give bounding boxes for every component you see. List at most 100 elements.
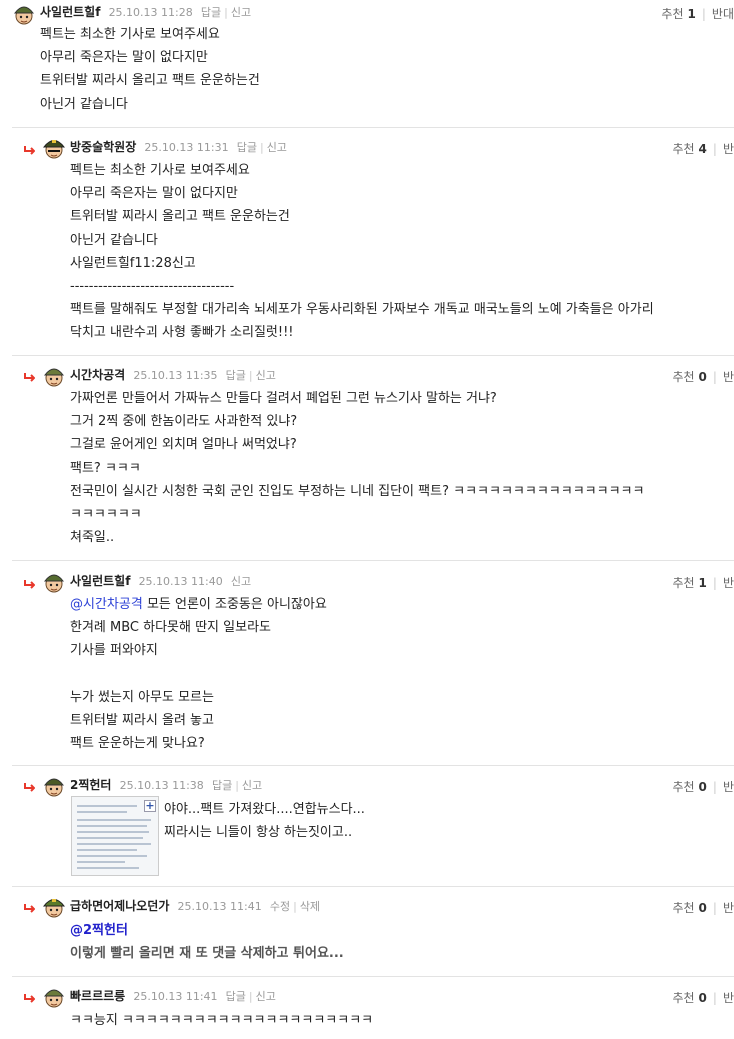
separator: |: [248, 990, 253, 1003]
general-avatar-icon[interactable]: [42, 136, 66, 160]
recommend-area: 추천 0 | 반: [672, 367, 734, 387]
comment-line: 전국민이 실시간 시청한 국회 군인 진입도 부정하는 니네 집단이 팩트? ㅋ…: [70, 483, 645, 499]
separator: |: [712, 901, 717, 915]
report-link[interactable]: 신고: [242, 779, 262, 792]
reply-link[interactable]: 답글: [237, 141, 257, 154]
comment-text: 모든 언론이 조중동은 아니잖아요: [142, 597, 327, 612]
comment-date: 25.10.13 11:35: [133, 369, 218, 382]
recommend-button[interactable]: 추천: [672, 780, 694, 794]
comment-line: 팩트? ㅋㅋㅋ: [70, 460, 141, 476]
recommend-button[interactable]: 추천: [661, 7, 683, 21]
report-link[interactable]: 신고: [256, 990, 276, 1003]
comment-body: ㅋㅋ능지 ㅋㅋㅋㅋㅋㅋㅋㅋㅋㅋㅋㅋㅋㅋㅋㅋㅋㅋㅋㅋㅋ: [70, 1009, 373, 1032]
recommend-button[interactable]: 추천: [672, 370, 694, 384]
comment-date: 25.10.13 11:38: [119, 779, 204, 792]
recommend-area: 추천 1 | 반: [672, 573, 734, 593]
comment-line: 트위터발 찌라시 올리고 팩트 운운하는건: [70, 209, 290, 225]
comment-line: -----------------------------------: [70, 279, 235, 295]
comment-body: @시간차공격 모든 언론이 조중동은 아니잖아요 한겨례 MBC 하다못해 딴지…: [70, 593, 327, 755]
comment-line: 트위터발 찌라시 올려 놓고: [70, 713, 214, 728]
comment-date: 25.10.13 11:41: [133, 990, 218, 1003]
reply-link[interactable]: 답글: [226, 369, 246, 382]
comment-nickname[interactable]: 2찍헌터: [70, 778, 111, 792]
comment-date: 25.10.13 11:41: [177, 900, 262, 913]
recommend-area: 추천 4 | 반: [672, 139, 734, 159]
report-link[interactable]: 신고: [231, 575, 251, 588]
recommend-button[interactable]: 추천: [672, 142, 694, 156]
comment-date: 25.10.13 11:28: [108, 6, 193, 19]
comment-line: 기사를 퍼와야지: [70, 643, 158, 659]
reply-arrow-icon: [24, 783, 35, 792]
delete-link[interactable]: 삭제: [300, 900, 320, 913]
soldier-avatar-icon[interactable]: [42, 570, 66, 594]
oppose-button[interactable]: 반: [723, 991, 734, 1005]
oppose-button[interactable]: 반대: [712, 7, 734, 21]
comment-line: ㅋㅋ능지 ㅋㅋㅋㅋㅋㅋㅋㅋㅋㅋㅋㅋㅋㅋㅋㅋㅋㅋㅋㅋㅋ: [70, 1013, 374, 1028]
report-link[interactable]: 신고: [256, 369, 276, 382]
soldier-avatar-icon[interactable]: [42, 774, 66, 798]
report-link[interactable]: 신고: [267, 141, 287, 154]
oppose-button[interactable]: 반: [723, 780, 734, 794]
comment-line: 그거 2찍 중에 한놈이라도 사과한적 있냐?: [70, 414, 298, 430]
comment-line: 팩트를 말해줘도 부정할 대가리속 뇌세포가 우동사리화된 가짜보수 개독교 매…: [70, 302, 654, 318]
recommend-count: 1: [698, 576, 707, 590]
comment-line: 야야...팩트 가져왔다....연합뉴스다...: [164, 802, 365, 817]
comment-line: 펙트는 최소한 기사로 보여주세요: [70, 163, 250, 178]
oppose-button[interactable]: 반: [723, 370, 734, 384]
recommend-count: 0: [698, 901, 707, 915]
separator: |: [712, 370, 717, 384]
recommend-button[interactable]: 추천: [672, 991, 694, 1005]
comment-line: 펙트는 최소한 기사로 보여주세요: [40, 27, 220, 42]
comment-4: 사일런트힐f 25.10.13 11:40 신고 추천 1 | 반 @시간차공격 모든…: [0, 561, 734, 766]
attached-image-thumbnail[interactable]: +: [71, 796, 159, 876]
edit-link[interactable]: 수정: [270, 900, 290, 913]
comment-6: 급하면어제나오던가 25.10.13 11:41 수정 | 삭제 추천 0 | 반 @2찍…: [0, 887, 734, 977]
comment-2: 방중술학원장 25.10.13 11:31 답글 | 신고 추천 4 | 반 펙트는 최소…: [0, 128, 734, 356]
separator: |: [712, 991, 717, 1005]
comment-nickname[interactable]: 빠르르르릉: [70, 989, 125, 1003]
comment-line: 아닌거 같습니다: [40, 96, 128, 112]
comment-body: 가짜언론 만들어서 가짜뉴스 만들다 걸려서 폐업된 그런 뉴스기사 말하는 거…: [70, 387, 644, 549]
comment-nickname[interactable]: 사일런트힐f: [40, 5, 100, 19]
separator: |: [259, 141, 264, 154]
comment-1: 사일런트힐f 25.10.13 11:28 답글 | 신고 추천 1 | 반대 펙트는 최…: [0, 0, 734, 128]
comment-5: 2찍헌터 25.10.13 11:38 답글 | 신고 추천 0 | 반 + 야야...팩…: [0, 766, 734, 887]
reply-link[interactable]: 답글: [201, 6, 221, 19]
recommend-area: 추천 0 | 반: [672, 988, 734, 1008]
expand-plus-icon[interactable]: +: [144, 800, 156, 812]
recommend-area: 추천 1 | 반대: [661, 4, 734, 24]
oppose-button[interactable]: 반: [723, 576, 734, 590]
reply-arrow-icon: [24, 373, 35, 382]
comment-line: 그걸로 윤어게인 외치며 얼마나 써먹었냐?: [70, 437, 297, 453]
comment-body: @2찍헌터 이렇게 빨리 올리면 재 또 댓글 삭제하고 튀어요...: [70, 919, 344, 965]
comment-body: 야야...팩트 가져왔다....연합뉴스다... 찌라시는 니들이 항상 하는짓…: [164, 798, 365, 844]
comment-nickname[interactable]: 방중술학원장: [70, 140, 136, 154]
separator: |: [248, 369, 253, 382]
comment-line: 트위터발 찌라시 올리고 팩트 운운하는건: [40, 73, 260, 89]
comment-line: 아무리 죽은자는 말이 없다지만: [70, 186, 238, 202]
recommend-button[interactable]: 추천: [672, 901, 694, 915]
soldier-avatar-icon[interactable]: [42, 985, 66, 1009]
oppose-button[interactable]: 반: [723, 901, 734, 915]
soldier-avatar-icon[interactable]: [42, 364, 66, 388]
reply-link[interactable]: 답글: [212, 779, 232, 792]
separator: |: [224, 6, 228, 19]
oppose-button[interactable]: 반: [723, 142, 734, 156]
reply-arrow-icon: [24, 904, 35, 913]
comment-line: 가짜언론 만들어서 가짜뉴스 만들다 걸려서 폐업된 그런 뉴스기사 말하는 거…: [70, 391, 497, 406]
general-avatar-icon[interactable]: [42, 895, 66, 919]
comment-line: 누가 썼는지 아무도 모르는: [70, 689, 214, 705]
user-mention-link[interactable]: @시간차공격: [70, 597, 143, 612]
recommend-button[interactable]: 추천: [672, 576, 694, 590]
separator: |: [712, 142, 717, 156]
comment-line: @시간차공격 모든 언론이 조중동은 아니잖아요: [70, 593, 327, 616]
soldier-avatar-icon[interactable]: [12, 2, 36, 26]
report-link[interactable]: 신고: [231, 6, 251, 19]
comment-nickname[interactable]: 급하면어제나오던가: [70, 899, 169, 913]
comment-body: 펙트는 최소한 기사로 보여주세요 아무리 죽은자는 말이 없다지만 트위터발 …: [70, 159, 654, 345]
user-mention-link[interactable]: @2찍헌터: [70, 923, 128, 938]
comment-nickname[interactable]: 사일런트힐f: [70, 574, 130, 588]
comment-nickname[interactable]: 시간차공격: [70, 368, 125, 382]
reply-link[interactable]: 답글: [226, 990, 246, 1003]
recommend-count: 0: [698, 370, 707, 384]
